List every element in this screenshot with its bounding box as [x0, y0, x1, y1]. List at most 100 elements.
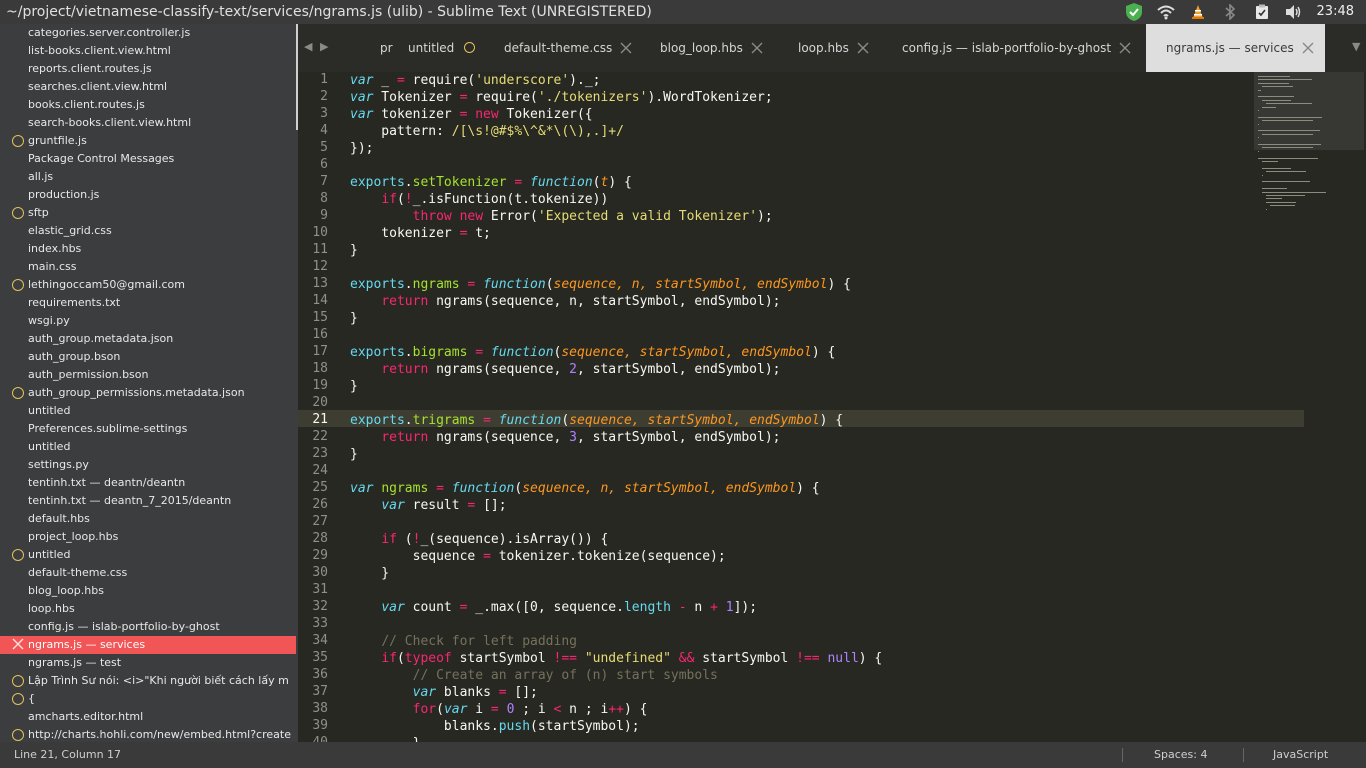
code-line[interactable]: } [350, 310, 358, 327]
sidebar-file-item[interactable]: lethingoccam50@gmail.com [0, 276, 296, 294]
code-line[interactable]: var _ = require('underscore')._; [350, 72, 600, 89]
sidebar-file-item[interactable]: amcharts.editor.html [0, 708, 296, 726]
sidebar-file-item[interactable]: default.hbs [0, 510, 296, 528]
shield-check-icon[interactable] [1123, 0, 1145, 24]
sidebar-file-item[interactable]: auth_group_permissions.metadata.json [0, 384, 296, 402]
sidebar-file-item[interactable]: auth_group.metadata.json [0, 330, 296, 348]
unsaved-circle-icon[interactable] [464, 42, 476, 53]
syntax-selector[interactable]: JavaScript [1273, 742, 1328, 768]
code-line[interactable]: var tokenizer = new Tokenizer({ [350, 106, 593, 123]
editor-tab[interactable]: untitled [398, 24, 488, 72]
code-line[interactable]: for(var i = 0 ; i < n ; i++) { [350, 701, 648, 718]
sidebar-file-item[interactable]: reports.client.routes.js [0, 60, 296, 78]
code-line[interactable]: var Tokenizer = require('./tokenizers').… [350, 89, 773, 106]
close-file-icon[interactable] [12, 638, 25, 651]
sidebar-file-item[interactable]: books.client.routes.js [0, 96, 296, 114]
clipboard-check-icon[interactable] [1251, 0, 1273, 24]
code-line[interactable]: blanks.push(startSymbol); [350, 718, 640, 735]
sidebar-file-item[interactable]: all.js [0, 168, 296, 186]
code-line[interactable]: tokenizer = t; [350, 225, 491, 242]
tab-scroll-right-icon[interactable]: ▶ [320, 40, 328, 53]
sidebar-file-item[interactable]: main.css [0, 258, 296, 276]
code-line[interactable]: var blanks = []; [350, 684, 538, 701]
code-line[interactable]: // Create an array of (n) start symbols [350, 667, 718, 684]
sidebar-file-item[interactable]: project_loop.hbs [0, 528, 296, 546]
sidebar-file-item[interactable]: search-books.client.view.html [0, 114, 296, 132]
code-line[interactable]: var count = _.max([0, sequence.length - … [350, 599, 757, 616]
sidebar-file-item[interactable]: gruntfile.js [0, 132, 296, 150]
volume-icon[interactable] [1283, 0, 1305, 24]
sidebar-file-item[interactable]: untitled [0, 546, 296, 564]
tab-scroll-left-icon[interactable]: ◀ [304, 40, 312, 53]
code-line[interactable]: return ngrams(sequence, n, startSymbol, … [350, 293, 780, 310]
unsaved-circle-icon[interactable] [12, 693, 24, 705]
unsaved-circle-icon[interactable] [12, 549, 24, 561]
sidebar-file-item[interactable]: { [0, 690, 296, 708]
code-line[interactable]: } [350, 242, 358, 259]
vlc-cone-icon[interactable] [1187, 0, 1209, 24]
code-line[interactable]: exports.trigrams = function(sequence, st… [350, 412, 843, 429]
sidebar-file-item[interactable]: sftp [0, 204, 296, 222]
sidebar-file-item[interactable]: loop.hbs [0, 600, 296, 618]
editor-tab[interactable]: ngrams.js — services [1146, 24, 1325, 72]
sidebar-file-item[interactable]: blog_loop.hbs [0, 582, 296, 600]
code-line[interactable]: throw new Error('Expected a valid Tokeni… [350, 208, 773, 225]
unsaved-circle-icon[interactable] [12, 279, 24, 291]
sidebar-file-item[interactable]: ngrams.js — test [0, 654, 296, 672]
wifi-icon[interactable] [1155, 0, 1177, 24]
sidebar-file-item[interactable]: searches.client.view.html [0, 78, 296, 96]
sidebar-file-item[interactable]: elastic_grid.css [0, 222, 296, 240]
unsaved-circle-icon[interactable] [12, 387, 24, 399]
sidebar-file-item[interactable]: categories.server.controller.js [0, 24, 296, 42]
editor-tab[interactable]: blog_loop.hbs [650, 24, 780, 72]
sidebar-file-item[interactable]: default-theme.css [0, 564, 296, 582]
close-tab-icon[interactable] [1302, 42, 1314, 54]
tab-list-dropdown-icon[interactable]: ▼ [1352, 40, 1360, 53]
sidebar-file-item[interactable]: requirements.txt [0, 294, 296, 312]
unsaved-circle-icon[interactable] [12, 207, 24, 219]
sidebar-file-item[interactable]: Preferences.sublime-settings [0, 420, 296, 438]
editor-tab[interactable]: loop.hbs [788, 24, 878, 72]
unsaved-circle-icon[interactable] [12, 729, 24, 741]
sidebar-file-item[interactable]: list-books.client.view.html [0, 42, 296, 60]
sidebar-file-item[interactable]: Lập Trình Sư nói: <i>"Khi người biết các… [0, 672, 296, 690]
code-line[interactable]: exports.bigrams = function(sequence, sta… [350, 344, 835, 361]
sidebar-file-item[interactable]: index.hbs [0, 240, 296, 258]
sidebar-file-item[interactable]: http://charts.hohli.com/new/embed.html?c… [0, 726, 296, 742]
sidebar-file-item[interactable]: untitled [0, 438, 296, 456]
unsaved-circle-icon[interactable] [12, 135, 24, 147]
clock[interactable]: 23:48 [1317, 0, 1354, 24]
code-line[interactable]: return ngrams(sequence, 3, startSymbol, … [350, 429, 780, 446]
sidebar-file-item[interactable]: config.js — islab-portfolio-by-ghost [0, 618, 296, 636]
unsaved-circle-icon[interactable] [12, 675, 24, 687]
sidebar-file-item[interactable]: production.js [0, 186, 296, 204]
indentation-selector[interactable]: Spaces: 4 [1154, 742, 1207, 768]
sidebar-file-item[interactable]: ngrams.js — services [0, 636, 296, 654]
code-line[interactable]: exports.setTokenizer = function(t) { [350, 174, 632, 191]
code-line[interactable]: var result = []; [350, 497, 506, 514]
code-line[interactable]: } [350, 735, 421, 742]
code-line[interactable]: } [350, 378, 358, 395]
sidebar-file-item[interactable]: tentinh.txt — deantn/deantn [0, 474, 296, 492]
code-line[interactable]: if(!_.isFunction(t.tokenize)) [350, 191, 608, 208]
code-line[interactable]: sequence = tokenizer.tokenize(sequence); [350, 548, 726, 565]
code-line[interactable]: }); [350, 140, 373, 157]
bluetooth-icon[interactable] [1219, 0, 1241, 24]
code-line[interactable]: return ngrams(sequence, 2, startSymbol, … [350, 361, 780, 378]
sidebar-file-item[interactable]: Package Control Messages [0, 150, 296, 168]
code-line[interactable]: // Check for left padding [350, 633, 577, 650]
editor-tab[interactable]: pr [370, 24, 398, 72]
code-line[interactable]: exports.ngrams = function(sequence, n, s… [350, 276, 851, 293]
close-tab-icon[interactable] [1119, 42, 1131, 54]
sidebar-file-item[interactable]: tentinh.txt — deantn_7_2015/deantn [0, 492, 296, 510]
sidebar-file-item[interactable]: auth_permission.bson [0, 366, 296, 384]
code-editor[interactable]: 1 2 3 4 5 6 7 8 9 10 11 12 13 14 15 16 17 18 19 20 21 22 23 24 2… [298, 72, 1366, 742]
close-tab-icon[interactable] [751, 42, 763, 54]
sidebar-file-item[interactable]: settings.py [0, 456, 296, 474]
code-line[interactable]: var ngrams = function(sequence, n, start… [350, 480, 820, 497]
close-tab-icon[interactable] [857, 42, 869, 54]
minimap[interactable] [1254, 72, 1364, 217]
code-line[interactable]: } [350, 446, 358, 463]
sidebar-file-item[interactable]: wsgi.py [0, 312, 296, 330]
code-line[interactable]: pattern: /[\s!@#$%\^&*\(\),.]+/ [350, 123, 624, 140]
